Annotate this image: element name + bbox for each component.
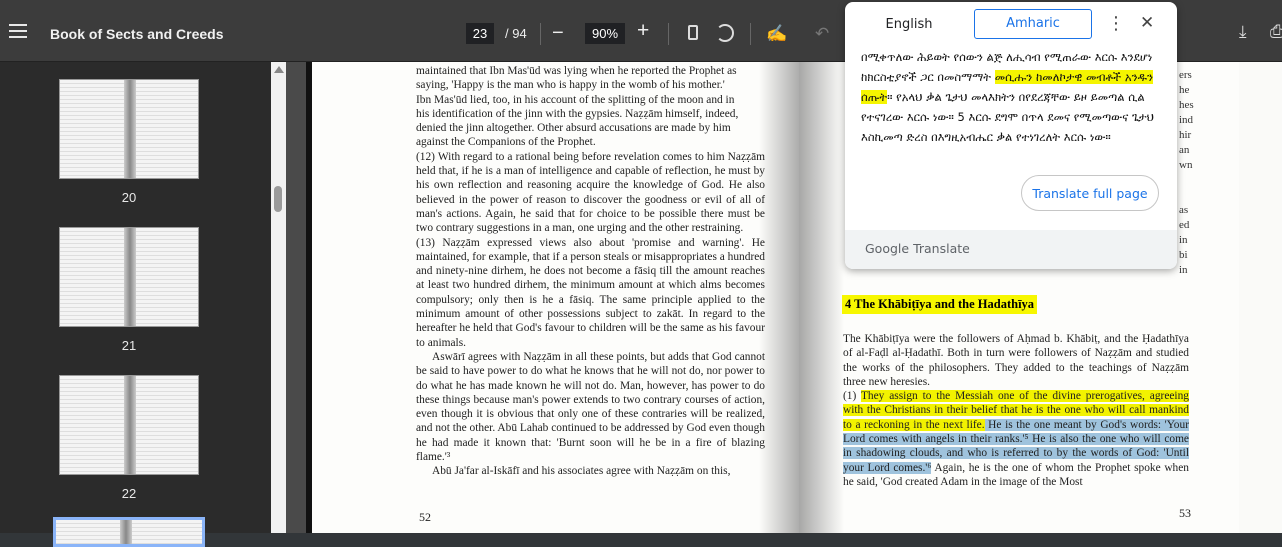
- divider: [750, 23, 751, 45]
- page-edge: [306, 62, 312, 533]
- close-icon[interactable]: ✕: [1140, 13, 1154, 33]
- text-fragment: in: [1179, 234, 1188, 246]
- page-thumbnail[interactable]: [59, 79, 199, 179]
- menu-icon[interactable]: [9, 24, 27, 38]
- text-line: his identification of the jinn with the …: [416, 107, 739, 120]
- scrollbar-thumb[interactable]: [274, 186, 282, 212]
- print-icon[interactable]: ⎙: [1270, 22, 1282, 42]
- brand-google: Google: [865, 241, 910, 256]
- sidebar-scrollbar[interactable]: [271, 62, 286, 533]
- download-icon[interactable]: ⤓: [1239, 22, 1247, 42]
- page-thumbnail[interactable]: [59, 375, 199, 475]
- next-page-edge: [1239, 62, 1282, 533]
- page-total: / 94: [505, 26, 527, 41]
- text-line: saying, 'Happy is the man who is happy i…: [416, 79, 725, 92]
- text-fragment: ed: [1179, 219, 1190, 231]
- paragraph: The Khābiṭīya were the followers of Aḥma…: [843, 333, 1189, 388]
- page-number: 52: [419, 510, 431, 524]
- text-line: Ibn Mas'ūd lied, too, in his account of …: [416, 93, 735, 106]
- text-fragment: in: [1179, 264, 1188, 276]
- page-number: 53: [1179, 506, 1191, 520]
- rotate-icon[interactable]: [716, 24, 734, 42]
- page-thumbnail-selected[interactable]: [53, 517, 205, 547]
- tab-target-language[interactable]: Amharic: [974, 9, 1092, 39]
- translate-popup: English Amharic ⋮ ✕ በሚቀጥለው ሕይወት የሰውን ልጅ …: [845, 2, 1177, 269]
- left-page-text: maintained that Ibn Mas'ūd was lying whe…: [416, 64, 765, 479]
- brand-translate: Translate: [913, 241, 970, 256]
- paragraph: (12) With regard to a rational being bef…: [416, 150, 765, 235]
- page-number-input[interactable]: 23: [466, 23, 494, 44]
- document-title: Book of Sects and Creeds: [50, 26, 224, 42]
- popup-footer: Google Translate: [845, 230, 1177, 269]
- right-page-text: The Khābiṭīya were the followers of Aḥma…: [843, 332, 1189, 489]
- text-fragment: [1179, 188, 1194, 203]
- scroll-up-arrow-icon[interactable]: [274, 66, 284, 73]
- zoom-out-button[interactable]: −: [552, 22, 564, 45]
- divider: [540, 23, 541, 45]
- paragraph: (1) They assign to the Messiah one of th…: [843, 389, 1189, 489]
- translated-span: ። የአላህ ቃል ጌታህ መላእክትን በየደረጃቸው ይዞ ይመጣል ሲል …: [861, 90, 1154, 144]
- text-fragment: hes: [1179, 99, 1194, 111]
- paragraph: Aswārī agrees with Naẓẓām in all these p…: [416, 350, 765, 464]
- translated-text: በሚቀጥለው ሕይወት የሰውን ልጅ ለሒሳብ የሚጠራው እርሱ እንደሆነ…: [861, 47, 1164, 147]
- zoom-in-button[interactable]: +: [637, 19, 649, 43]
- annotate-icon[interactable]: ✍: [766, 24, 787, 44]
- text-fragment: he: [1179, 84, 1190, 96]
- text-fragment: as: [1179, 204, 1189, 216]
- thumbnail-label: 21: [121, 338, 137, 353]
- more-options-icon[interactable]: ⋮: [1107, 13, 1125, 34]
- google-translate-logo: Google Translate: [865, 241, 970, 256]
- page-left: maintained that Ibn Mas'ūd was lying whe…: [306, 62, 799, 533]
- page-gutter: [799, 62, 844, 533]
- tab-source-language[interactable]: English: [845, 11, 973, 39]
- undo-icon[interactable]: ↶: [815, 24, 829, 44]
- text-line: maintained that Ibn Mas'ūd was lying whe…: [416, 65, 737, 77]
- paragraph: Abū Ja'far al-Iskāfī and his associates …: [432, 465, 731, 478]
- text-fragment: wn: [1179, 159, 1193, 171]
- zoom-level-input[interactable]: 90%: [585, 23, 625, 44]
- divider: [668, 23, 669, 45]
- text-line: against the Companions of the Prophet.: [416, 136, 596, 149]
- text-fragment: bi: [1179, 249, 1188, 261]
- text-fragment: ind: [1179, 114, 1194, 126]
- text-span: (1): [843, 390, 861, 403]
- text-line: denied the jinn altogether. Other absurd…: [416, 122, 731, 135]
- fit-page-icon[interactable]: [688, 25, 698, 40]
- text-fragment: hir: [1179, 129, 1192, 141]
- page-edge-text: ers he hes ind hir an wn as ed in bi in: [1179, 68, 1194, 278]
- text-fragment: ers: [1179, 69, 1192, 81]
- page-gutter: [759, 62, 799, 533]
- text-fragment: [1179, 173, 1194, 188]
- thumbnail-sidebar: 20 21 22: [0, 62, 271, 547]
- text-fragment: an: [1179, 144, 1190, 156]
- page-thumbnail[interactable]: [59, 227, 199, 327]
- section-heading: 4 The Khābiṭīya and the Hadathīya: [842, 295, 1038, 314]
- thumbnail-label: 22: [121, 486, 137, 501]
- translate-full-page-button[interactable]: Translate full page: [1021, 175, 1159, 211]
- thumbnail-label: 20: [121, 190, 137, 205]
- paragraph: (13) Naẓẓām expressed views also about '…: [416, 236, 765, 349]
